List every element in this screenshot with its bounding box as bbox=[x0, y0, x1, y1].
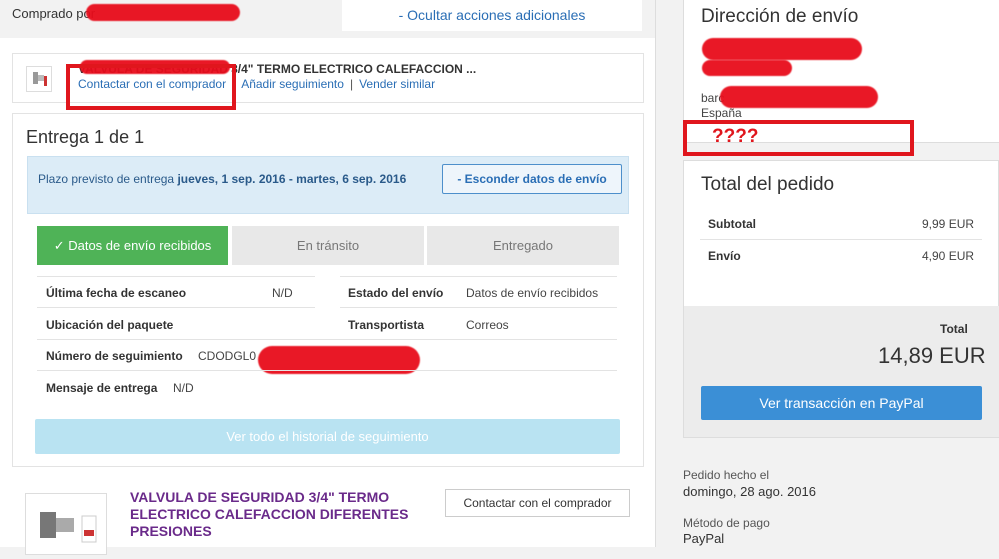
shipping-address-title: Dirección de envío bbox=[701, 6, 859, 27]
sell-similar-link[interactable]: Vender similar bbox=[359, 77, 435, 91]
step-in-transit: En tránsito bbox=[232, 226, 424, 265]
order-placed-date: domingo, 28 ago. 2016 bbox=[683, 484, 816, 499]
row-divider bbox=[37, 370, 617, 371]
add-tracking-link[interactable]: Añadir seguimiento bbox=[241, 77, 344, 91]
delivery-title: Entrega 1 de 1 bbox=[26, 127, 145, 147]
hide-additional-actions-link[interactable]: - Ocultar acciones adicionales bbox=[342, 0, 642, 31]
row-divider bbox=[37, 339, 617, 340]
contact-buyer-button[interactable]: Contactar con el comprador bbox=[445, 489, 630, 517]
column-divider bbox=[655, 0, 656, 547]
item2-title[interactable]: VALVULA DE SEGURIDAD 3/4" TERMO ELECTRIC… bbox=[130, 489, 430, 540]
eta-dates: jueves, 1 sep. 2016 - martes, 6 sep. 201… bbox=[177, 172, 407, 186]
view-tracking-history-button[interactable]: Ver todo el historial de seguimiento bbox=[35, 419, 620, 454]
address-country: España bbox=[701, 106, 742, 120]
step-shipping-info-received: ✓ Datos de envío recibidos bbox=[37, 226, 228, 265]
carrier-value: Correos bbox=[466, 318, 509, 332]
row-divider bbox=[37, 276, 315, 277]
redaction-mark bbox=[720, 86, 878, 108]
item2-thumbnail[interactable] bbox=[25, 493, 107, 555]
delivery-message-value: N/D bbox=[173, 381, 194, 395]
order-placed-label: Pedido hecho el bbox=[683, 468, 770, 482]
bought-by-label: Comprado por bbox=[12, 6, 96, 21]
payment-method-label: Método de pago bbox=[683, 516, 770, 530]
redaction-mark bbox=[86, 4, 240, 21]
subtotal-value: 9,99 EUR bbox=[922, 217, 975, 231]
annotation-question: ???? bbox=[712, 126, 759, 147]
valve-icon bbox=[40, 512, 97, 543]
row-divider bbox=[700, 239, 982, 240]
total-label: Total bbox=[940, 322, 968, 336]
shipment-status-value: Datos de envío recibidos bbox=[466, 286, 599, 300]
last-scan-label: Última fecha de escaneo bbox=[46, 286, 187, 300]
total-amount: 14,89 EUR bbox=[878, 343, 986, 368]
eta-prefix: Plazo previsto de entrega bbox=[38, 172, 175, 186]
redaction-mark bbox=[702, 38, 862, 60]
shipping-cost-value: 4,90 EUR bbox=[922, 249, 975, 263]
valve-icon bbox=[33, 72, 47, 86]
subtotal-label: Subtotal bbox=[708, 217, 756, 231]
payment-method-value: PayPal bbox=[683, 531, 725, 546]
tracking-number-label: Número de seguimiento bbox=[46, 349, 183, 363]
row-divider bbox=[340, 276, 617, 277]
carrier-label: Transportista bbox=[348, 318, 425, 332]
estimated-delivery-text: Plazo previsto de entrega jueves, 1 sep.… bbox=[38, 172, 408, 186]
last-scan-value: N/D bbox=[272, 286, 293, 300]
redaction-mark bbox=[702, 60, 792, 76]
order-total-title: Total del pedido bbox=[701, 174, 835, 195]
tracking-number-value: CDODGL0 bbox=[198, 349, 257, 363]
step-delivered: Entregado bbox=[427, 226, 619, 265]
view-paypal-transaction-button[interactable]: Ver transacción en PayPal bbox=[701, 386, 982, 420]
hide-shipping-details-button[interactable]: - Esconder datos de envío bbox=[442, 164, 622, 194]
annotation-box bbox=[66, 64, 236, 110]
link-separator: | bbox=[349, 77, 354, 91]
delivery-message-label: Mensaje de entrega bbox=[46, 381, 158, 395]
item-thumbnail[interactable] bbox=[26, 66, 52, 92]
shipment-status-label: Estado del envío bbox=[348, 286, 444, 300]
row-divider bbox=[340, 307, 617, 308]
row-divider bbox=[37, 307, 315, 308]
shipping-cost-label: Envío bbox=[708, 249, 741, 263]
package-location-label: Ubicación del paquete bbox=[46, 318, 174, 332]
